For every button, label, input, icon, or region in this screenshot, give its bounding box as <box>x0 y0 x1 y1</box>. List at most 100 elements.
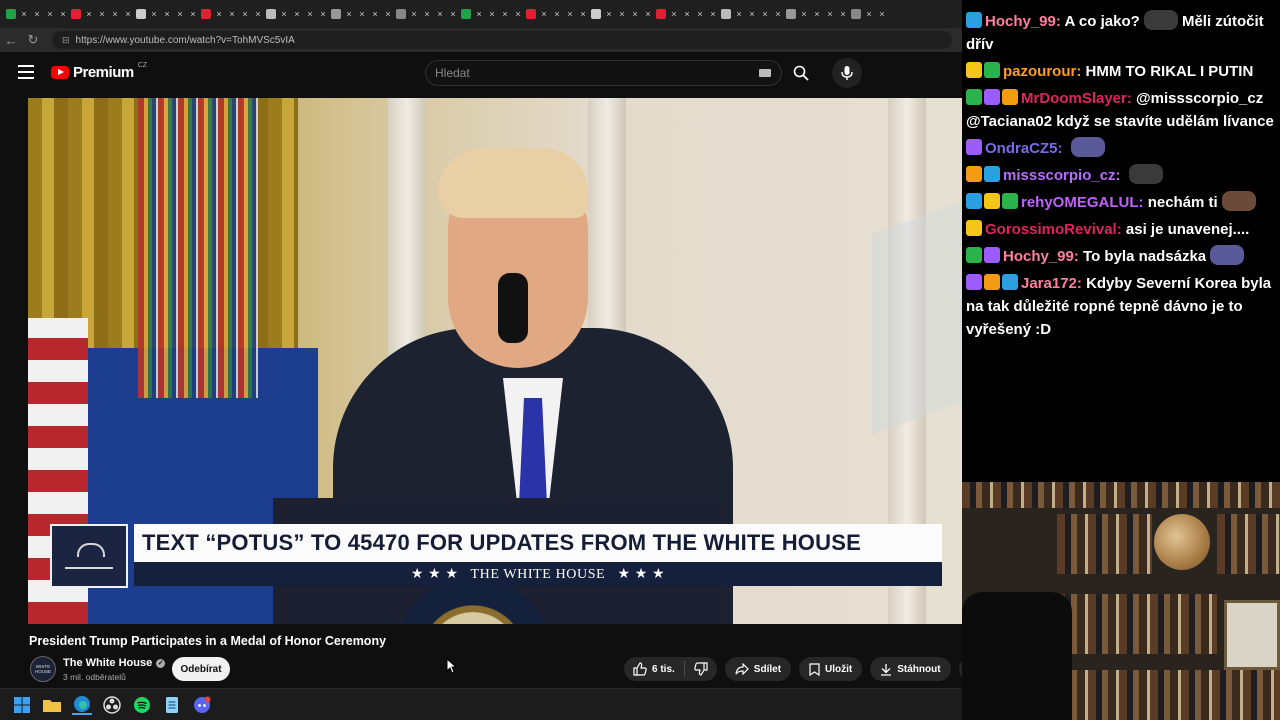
x-icon[interactable]: × <box>513 9 523 19</box>
x-icon[interactable]: × <box>565 9 575 19</box>
x-icon[interactable] <box>331 9 341 19</box>
keyboard-icon[interactable] <box>759 69 771 77</box>
x-icon[interactable] <box>526 9 536 19</box>
x-icon[interactable]: × <box>149 9 159 19</box>
download-button[interactable]: Stáhnout <box>870 657 951 681</box>
edge-browser-icon[interactable] <box>72 695 92 715</box>
x-icon[interactable]: × <box>383 9 393 19</box>
x-icon[interactable]: × <box>435 9 445 19</box>
x-icon[interactable]: × <box>760 9 770 19</box>
x-icon[interactable]: × <box>84 9 94 19</box>
notepad-icon[interactable] <box>162 695 182 715</box>
x-icon[interactable]: × <box>487 9 497 19</box>
chat-username[interactable]: Hochy_99: <box>985 13 1064 30</box>
like-button[interactable]: 6 tis. <box>624 657 684 681</box>
x-icon[interactable]: × <box>825 9 835 19</box>
menu-icon[interactable] <box>18 65 34 79</box>
x-icon[interactable]: × <box>162 9 172 19</box>
x-icon[interactable]: × <box>227 9 237 19</box>
x-icon[interactable]: × <box>643 9 653 19</box>
x-icon[interactable]: × <box>123 9 133 19</box>
x-icon[interactable] <box>266 9 276 19</box>
x-icon[interactable]: × <box>617 9 627 19</box>
obs-icon[interactable] <box>102 695 122 715</box>
x-icon[interactable]: × <box>357 9 367 19</box>
x-icon[interactable]: × <box>45 9 55 19</box>
chat-username[interactable]: missscorpio_cz: <box>1003 167 1125 184</box>
x-icon[interactable] <box>6 9 16 19</box>
x-icon[interactable]: × <box>474 9 484 19</box>
x-icon[interactable] <box>786 9 796 19</box>
search-button[interactable] <box>786 60 816 86</box>
x-icon[interactable] <box>851 9 861 19</box>
voice-search-button[interactable] <box>832 58 862 88</box>
x-icon[interactable]: × <box>188 9 198 19</box>
back-icon[interactable]: ← <box>0 33 22 48</box>
url-field[interactable]: ⊟ https://www.youtube.com/watch?v=TohMVS… <box>52 31 952 49</box>
x-icon[interactable]: × <box>682 9 692 19</box>
x-icon[interactable]: × <box>305 9 315 19</box>
chat-username[interactable]: OndraCZ5: <box>985 140 1067 157</box>
x-icon[interactable]: × <box>240 9 250 19</box>
x-icon[interactable]: × <box>370 9 380 19</box>
reload-icon[interactable]: ↻ <box>22 32 44 48</box>
chat-username[interactable]: Hochy_99: <box>1003 248 1083 265</box>
file-explorer-icon[interactable] <box>42 695 62 715</box>
x-icon[interactable]: × <box>500 9 510 19</box>
x-icon[interactable]: × <box>552 9 562 19</box>
x-icon[interactable]: × <box>604 9 614 19</box>
x-icon[interactable]: × <box>773 9 783 19</box>
x-icon[interactable] <box>71 9 81 19</box>
subscribe-button[interactable]: Odebírat <box>172 657 230 681</box>
x-icon[interactable]: × <box>175 9 185 19</box>
x-icon[interactable]: × <box>747 9 757 19</box>
discord-icon[interactable] <box>192 695 212 715</box>
x-icon[interactable]: × <box>279 9 289 19</box>
spotify-icon[interactable] <box>132 695 152 715</box>
dislike-button[interactable] <box>685 657 717 681</box>
x-icon[interactable] <box>461 9 471 19</box>
x-icon[interactable] <box>201 9 211 19</box>
x-icon[interactable]: × <box>214 9 224 19</box>
chat-username[interactable]: pazourour: <box>1003 63 1086 80</box>
save-button[interactable]: Uložit <box>799 657 863 681</box>
x-icon[interactable]: × <box>812 9 822 19</box>
x-icon[interactable]: × <box>19 9 29 19</box>
windows-start-icon[interactable] <box>12 695 32 715</box>
search-input[interactable]: Hledat <box>425 60 782 86</box>
video-player[interactable]: TEXT “POTUS” TO 45470 FOR UPDATES FROM T… <box>28 98 962 624</box>
chat-username[interactable]: MrDoomSlayer: <box>1021 90 1136 107</box>
x-icon[interactable]: × <box>578 9 588 19</box>
channel-avatar[interactable]: WHITE HOUSE <box>30 656 56 682</box>
x-icon[interactable]: × <box>97 9 107 19</box>
x-icon[interactable]: × <box>695 9 705 19</box>
x-icon[interactable]: × <box>630 9 640 19</box>
share-button[interactable]: Sdílet <box>724 657 792 681</box>
x-icon[interactable]: × <box>58 9 68 19</box>
chat-username[interactable]: rehyOMEGALUL: <box>1021 194 1148 211</box>
x-icon[interactable]: × <box>877 9 887 19</box>
x-icon[interactable]: × <box>448 9 458 19</box>
youtube-logo[interactable]: Premium CZ <box>51 62 147 81</box>
x-icon[interactable] <box>591 9 601 19</box>
x-icon[interactable]: × <box>539 9 549 19</box>
x-icon[interactable]: × <box>734 9 744 19</box>
channel-name-link[interactable]: The White House ✓ <box>63 657 166 669</box>
x-icon[interactable] <box>396 9 406 19</box>
x-icon[interactable]: × <box>110 9 120 19</box>
x-icon[interactable] <box>656 9 666 19</box>
x-icon[interactable]: × <box>32 9 42 19</box>
x-icon[interactable]: × <box>409 9 419 19</box>
x-icon[interactable]: × <box>292 9 302 19</box>
x-icon[interactable]: × <box>422 9 432 19</box>
x-icon[interactable]: × <box>669 9 679 19</box>
x-icon[interactable]: × <box>799 9 809 19</box>
chat-username[interactable]: GorossimoRevival: <box>985 221 1126 238</box>
x-icon[interactable]: × <box>253 9 263 19</box>
x-icon[interactable]: × <box>344 9 354 19</box>
x-icon[interactable]: × <box>864 9 874 19</box>
x-icon[interactable]: × <box>708 9 718 19</box>
x-icon[interactable]: × <box>838 9 848 19</box>
x-icon[interactable] <box>721 9 731 19</box>
site-info-icon[interactable]: ⊟ <box>62 35 70 46</box>
